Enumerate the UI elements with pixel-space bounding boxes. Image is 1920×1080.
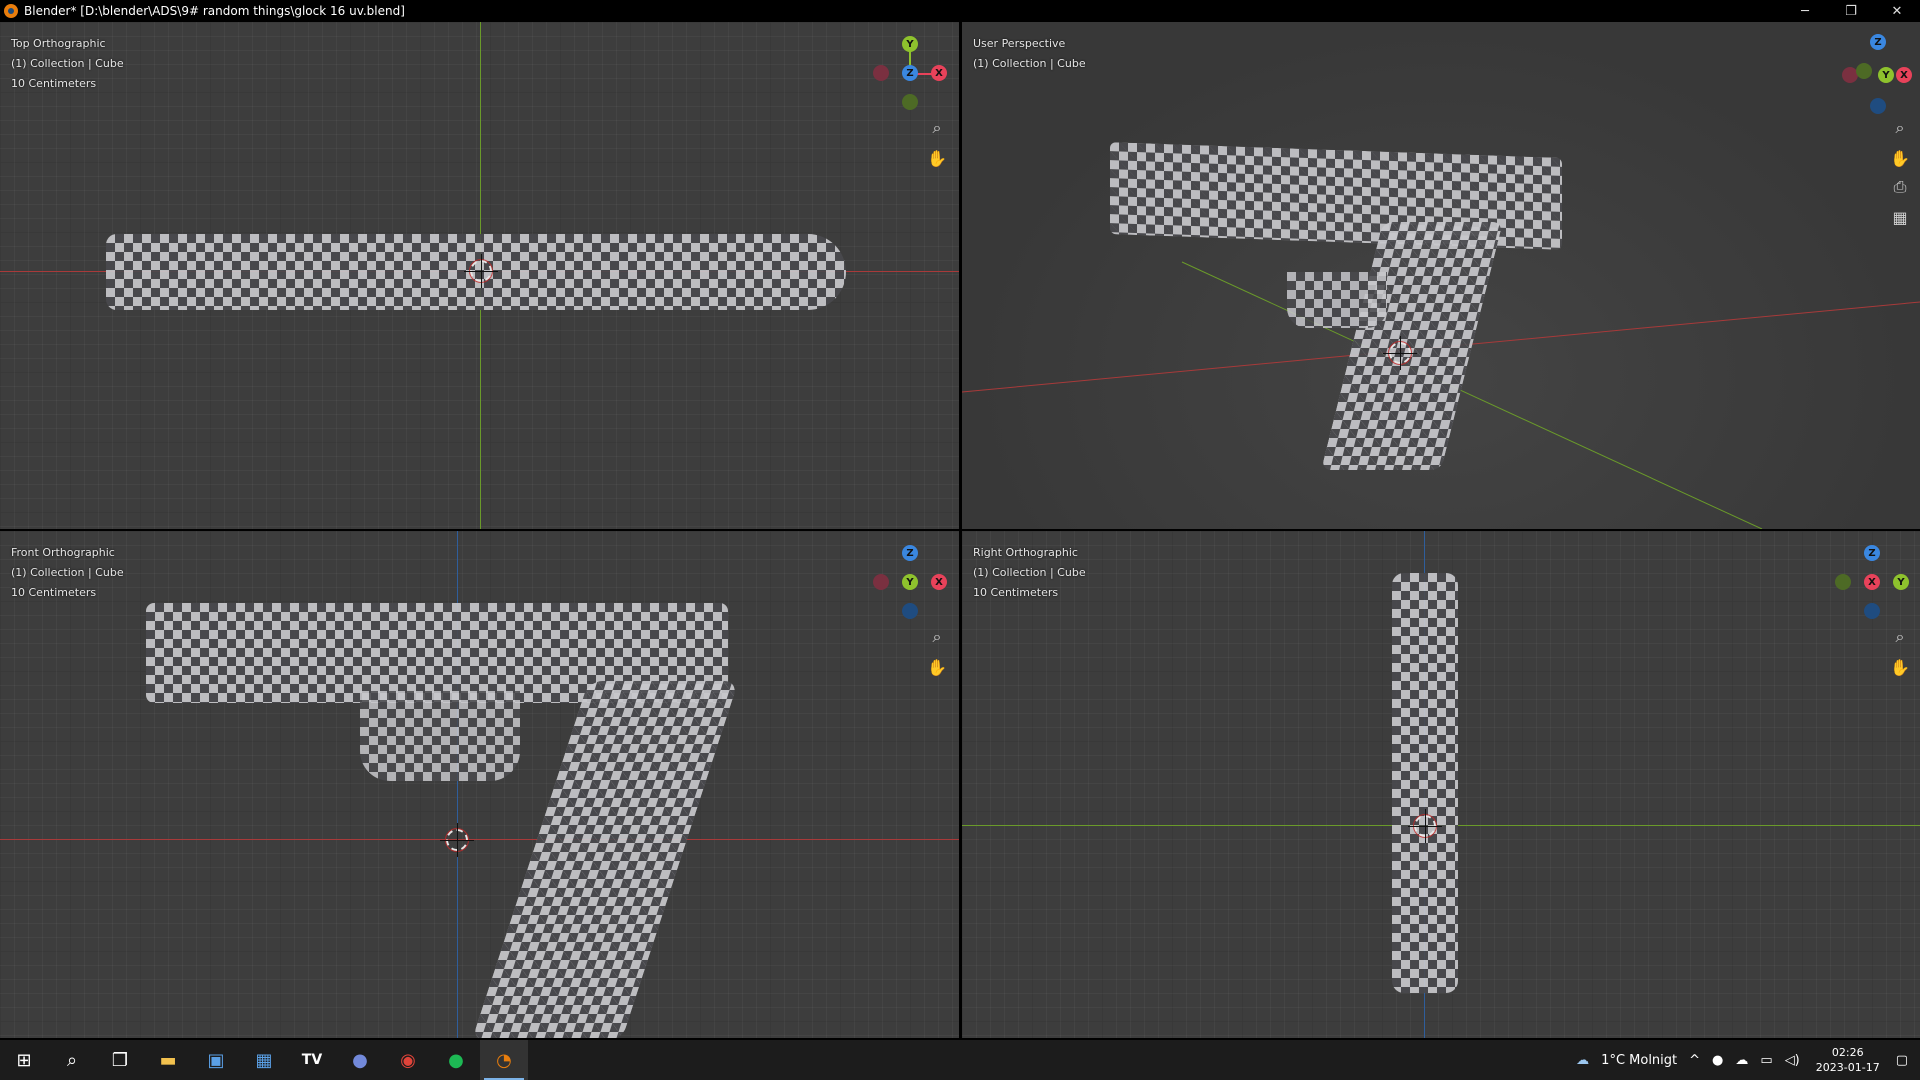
3d-cursor[interactable]	[440, 823, 474, 857]
gizmo-neg-z-axis[interactable]	[1864, 603, 1880, 619]
window-title: Blender* [D:\blender\ADS\9# random thing…	[24, 4, 405, 18]
start-icon[interactable]: ⊞	[0, 1040, 48, 1080]
clock[interactable]: 02:26 2023-01-17	[1816, 1045, 1880, 1075]
viewport-front-orthographic[interactable]: Front Orthographic (1) Collection | Cube…	[0, 531, 959, 1038]
scale-label: 10 Centimeters	[973, 586, 1059, 599]
network-icon[interactable]: ▭	[1760, 1053, 1772, 1068]
spotify-icon[interactable]: ●	[432, 1040, 480, 1080]
view-name: User Perspective	[973, 37, 1066, 50]
pan-hand-icon[interactable]: ✋	[1887, 654, 1913, 680]
viewport-info: User Perspective (1) Collection | Cube	[973, 34, 1086, 74]
zoom-icon[interactable]: ⌕	[1887, 115, 1913, 141]
scale-label: 10 Centimeters	[11, 586, 97, 599]
weather-text[interactable]: 1°C Molnigt	[1601, 1053, 1677, 1068]
gizmo-y-axis[interactable]: Y	[902, 574, 918, 590]
collection-label: (1) Collection | Cube	[11, 57, 124, 70]
clock-time: 02:26	[1831, 1046, 1864, 1059]
gizmo-x-axis[interactable]: X	[1864, 574, 1880, 590]
view-name: Right Orthographic	[973, 546, 1078, 559]
blender-logo-icon	[4, 4, 18, 18]
discord-icon[interactable]: ●	[336, 1040, 384, 1080]
gun-model-trigger-guard[interactable]	[360, 691, 520, 781]
collection-label: (1) Collection | Cube	[973, 57, 1086, 70]
notification-icon[interactable]: ▢	[1896, 1053, 1908, 1068]
view-name: Top Orthographic	[11, 37, 106, 50]
search-icon[interactable]: ⌕	[48, 1040, 96, 1080]
3d-cursor[interactable]	[464, 254, 498, 288]
pan-hand-icon[interactable]: ✋	[1887, 145, 1913, 171]
scale-label: 10 Centimeters	[11, 77, 97, 90]
gizmo-neg-y-axis[interactable]	[1856, 63, 1872, 79]
grid-icon[interactable]: ▦	[1887, 204, 1913, 230]
pan-hand-icon[interactable]: ✋	[924, 145, 950, 171]
taskbar: ⊞ ⌕ ❐ ▬ ▣ ▦ TV ● ◉ ● ◔ ☁ 1°C Molnigt ^ ●…	[0, 1040, 1920, 1080]
collection-label: (1) Collection | Cube	[973, 566, 1086, 579]
view-name: Front Orthographic	[11, 546, 115, 559]
gizmo-y-axis[interactable]: Y	[1893, 574, 1909, 590]
gizmo-x-axis[interactable]: X	[1896, 67, 1912, 83]
gizmo-x-axis[interactable]: X	[931, 65, 947, 81]
minimize-button[interactable]: ─	[1782, 0, 1828, 22]
system-tray: ☁ 1°C Molnigt ^ ● ☁ ▭ ◁) 02:26 2023-01-1…	[1570, 1040, 1920, 1080]
navigation-gizmo[interactable]: X Y Z	[1838, 32, 1918, 114]
pan-hand-icon[interactable]: ✋	[924, 654, 950, 680]
chevron-up-icon[interactable]: ^	[1689, 1053, 1700, 1068]
3d-cursor[interactable]	[1408, 809, 1442, 843]
navigation-gizmo[interactable]: Y Z X	[1832, 541, 1912, 621]
restore-button[interactable]: ❐	[1828, 0, 1874, 22]
gun-model-side[interactable]	[1392, 573, 1458, 993]
gizmo-neg-y-axis[interactable]	[902, 94, 918, 110]
gizmo-y-axis[interactable]: Y	[1878, 67, 1894, 83]
gizmo-neg-z-axis[interactable]	[902, 603, 918, 619]
clock-date: 2023-01-17	[1815, 1061, 1880, 1074]
viewport-right-orthographic[interactable]: Right Orthographic (1) Collection | Cube…	[962, 531, 1920, 1038]
gizmo-z-axis[interactable]: Z	[902, 65, 918, 81]
store-icon[interactable]: ▣	[192, 1040, 240, 1080]
blender-icon[interactable]: ◔	[480, 1040, 528, 1080]
navigation-gizmo[interactable]: X Y Z	[870, 32, 950, 112]
task-view-icon[interactable]: ❐	[96, 1040, 144, 1080]
gizmo-z-axis[interactable]: Z	[902, 545, 918, 561]
gizmo-neg-y-axis[interactable]	[1835, 574, 1851, 590]
gizmo-x-axis[interactable]: X	[931, 574, 947, 590]
3d-cursor[interactable]	[1383, 336, 1417, 370]
zoom-icon[interactable]: ⌕	[924, 115, 950, 141]
camera-icon[interactable]: ⎙	[1887, 174, 1913, 200]
volume-icon[interactable]: ◁)	[1785, 1053, 1800, 1068]
tradingview-icon[interactable]: TV	[288, 1040, 336, 1080]
chrome-icon[interactable]: ◉	[384, 1040, 432, 1080]
viewport-user-perspective[interactable]: User Perspective (1) Collection | Cube X…	[962, 22, 1920, 529]
zoom-icon[interactable]: ⌕	[924, 624, 950, 650]
viewport-info: Right Orthographic (1) Collection | Cube…	[973, 543, 1086, 603]
navigation-gizmo[interactable]: X Z Y	[870, 541, 950, 621]
x-axis-line	[0, 839, 959, 840]
calculator-icon[interactable]: ▦	[240, 1040, 288, 1080]
file-explorer-icon[interactable]: ▬	[144, 1040, 192, 1080]
gizmo-neg-x-axis[interactable]	[873, 65, 889, 81]
viewport-top-orthographic[interactable]: Top Orthographic (1) Collection | Cube 1…	[0, 22, 959, 529]
microphone-icon[interactable]: ●	[1712, 1053, 1723, 1068]
close-button[interactable]: ✕	[1874, 0, 1920, 22]
viewport-info: Top Orthographic (1) Collection | Cube 1…	[11, 34, 124, 94]
viewport-info: Front Orthographic (1) Collection | Cube…	[11, 543, 124, 603]
window-titlebar: Blender* [D:\blender\ADS\9# random thing…	[0, 0, 1920, 22]
gizmo-neg-z-axis[interactable]	[1870, 98, 1886, 114]
gizmo-z-axis[interactable]: Z	[1870, 34, 1886, 50]
onedrive-icon[interactable]: ☁	[1735, 1053, 1748, 1068]
collection-label: (1) Collection | Cube	[11, 566, 124, 579]
gizmo-z-axis[interactable]: Z	[1864, 545, 1880, 561]
gun-model-trigger-guard[interactable]	[1287, 272, 1387, 328]
weather-icon[interactable]: ☁	[1576, 1053, 1589, 1068]
gizmo-neg-x-axis[interactable]	[873, 574, 889, 590]
zoom-icon[interactable]: ⌕	[1887, 624, 1913, 650]
gizmo-y-axis[interactable]: Y	[902, 36, 918, 52]
